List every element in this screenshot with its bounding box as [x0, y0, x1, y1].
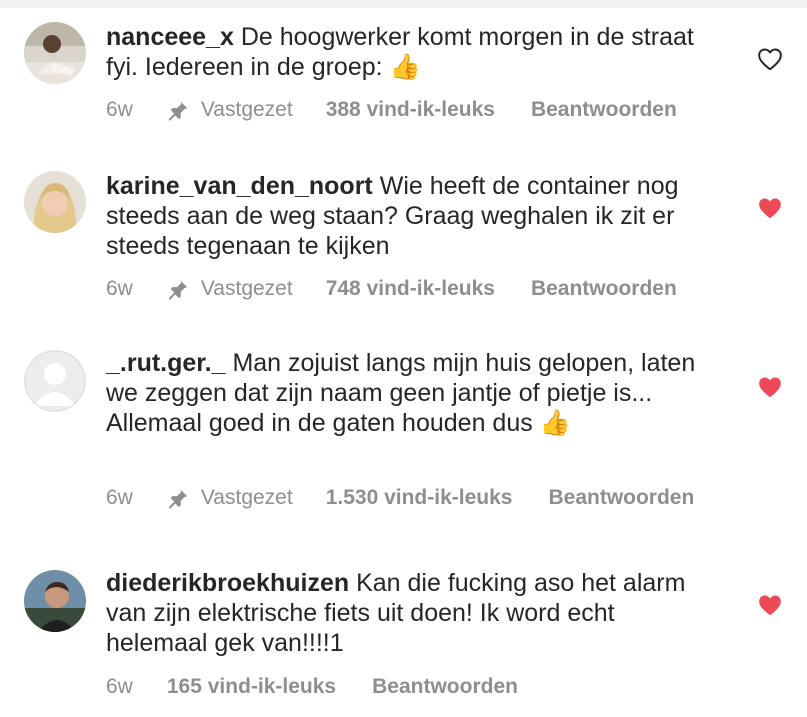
reply-button[interactable]: Beantwoorden — [531, 95, 677, 125]
pin-icon — [168, 100, 188, 121]
pinned-indicator: Vastgezet — [167, 95, 293, 125]
comment-body: diederikbroekhuizen Kan die fucking aso … — [106, 568, 706, 658]
avatar[interactable] — [24, 350, 86, 412]
comment-username[interactable]: _.rut.ger._ — [106, 349, 226, 377]
thumbs-up-emoji: 👍 — [389, 53, 421, 81]
likes-count[interactable]: 748 vind-ik-leuks — [326, 274, 495, 304]
likes-count[interactable]: 388 vind-ik-leuks — [326, 95, 495, 125]
avatar[interactable] — [24, 570, 86, 632]
comment-meta: 6w Vastgezet 748 vind-ik-leuks Beantwoor… — [106, 274, 677, 304]
avatar[interactable] — [24, 171, 86, 233]
reply-button[interactable]: Beantwoorden — [372, 672, 518, 702]
comment-time[interactable]: 6w — [106, 483, 133, 513]
pinned-label: Vastgezet — [200, 277, 293, 300]
heart-filled-icon[interactable] — [757, 196, 783, 220]
heart-filled-icon[interactable] — [757, 593, 783, 617]
avatar[interactable] — [24, 22, 86, 84]
comment-time[interactable]: 6w — [106, 274, 133, 304]
comment-time[interactable]: 6w — [106, 95, 133, 125]
comment-username[interactable]: karine_van_den_noort — [106, 172, 373, 200]
reply-button[interactable]: Beantwoorden — [531, 274, 677, 304]
likes-count[interactable]: 1.530 vind-ik-leuks — [326, 483, 513, 513]
pin-icon — [168, 279, 188, 300]
comment-body: nanceee_x De hoogwerker komt morgen in d… — [106, 22, 706, 82]
pin-icon — [168, 488, 188, 509]
comment-meta: 6w Vastgezet 1.530 vind-ik-leuks Beantwo… — [106, 483, 694, 513]
pinned-label: Vastgezet — [200, 486, 293, 509]
comment-username[interactable]: diederikbroekhuizen — [106, 569, 349, 597]
comment-time[interactable]: 6w — [106, 672, 133, 702]
top-divider — [0, 0, 807, 8]
comment-username[interactable]: nanceee_x — [106, 23, 234, 51]
reply-button[interactable]: Beantwoorden — [548, 483, 694, 513]
comment-body: _.rut.ger._ Man zojuist langs mijn huis … — [106, 348, 706, 438]
thumbs-up-emoji: 👍 — [539, 409, 571, 437]
pinned-indicator: Vastgezet — [167, 274, 293, 304]
heart-filled-icon[interactable] — [757, 375, 783, 399]
comment-meta: 6w Vastgezet 388 vind-ik-leuks Beantwoor… — [106, 95, 677, 125]
pinned-indicator: Vastgezet — [167, 483, 293, 513]
comment-meta: 6w 165 vind-ik-leuks Beantwoorden — [106, 672, 518, 702]
comment-body: karine_van_den_noort Wie heeft de contai… — [106, 171, 706, 261]
likes-count[interactable]: 165 vind-ik-leuks — [167, 672, 336, 702]
pinned-label: Vastgezet — [200, 98, 293, 121]
heart-outline-icon[interactable] — [757, 47, 783, 71]
